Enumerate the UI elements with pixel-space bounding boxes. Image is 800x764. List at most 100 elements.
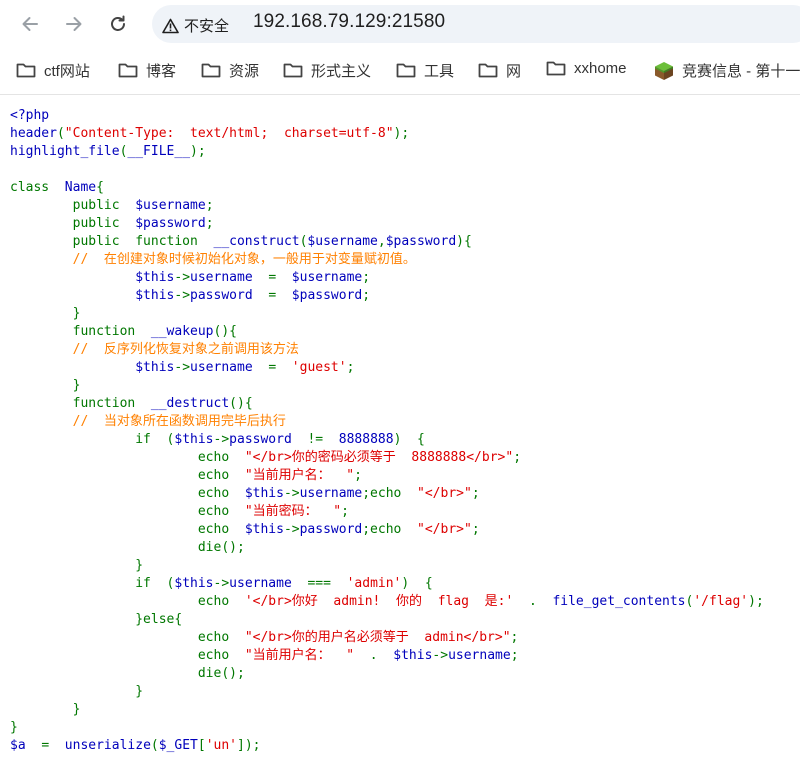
code-token: echo — [10, 630, 245, 645]
code-token: ); — [393, 126, 410, 141]
code-line: echo $this->password;echo "</br>"; — [10, 522, 480, 537]
code-token: __wakeup — [150, 324, 214, 339]
code-line: echo "</br>你的用户名必须等于 admin</br>"; — [10, 630, 519, 645]
code-token: unserialize — [64, 738, 151, 753]
bookmark-label: 网 — [506, 63, 522, 80]
code-line: }else{ — [10, 612, 182, 627]
code-token: <?php — [10, 108, 50, 123]
code-token: ( — [56, 126, 65, 141]
bookmark-label: 竞赛信息 - 第十一 — [682, 63, 800, 80]
code-token: ) { — [393, 432, 425, 447]
code-token: die — [10, 540, 222, 555]
code-token: ; — [471, 522, 480, 537]
code-token: $username — [135, 198, 206, 213]
code-token: 'admin' — [346, 576, 402, 591]
code-token: -> — [432, 648, 449, 663]
code-line: <?php — [10, 108, 49, 123]
bookmark-blog[interactable]: 博客 — [118, 60, 176, 81]
bookmarks-bar: ctf网站 博客 资源 形式主义 工具 网 xxhome 竞赛信息 - 第十一 — [0, 48, 800, 92]
code-token: $this — [135, 288, 175, 303]
code-token: username — [229, 576, 308, 591]
code-token: username — [190, 360, 269, 375]
code-line: $this->username = 'guest'; — [10, 360, 354, 375]
code-token: } — [10, 378, 81, 393]
reload-icon — [111, 15, 125, 31]
bookmark-resources[interactable]: 资源 — [201, 60, 259, 81]
bookmark-xxhome[interactable]: xxhome — [546, 60, 627, 77]
code-line: die(); — [10, 666, 245, 681]
code-token: "</br>你的密码必须等于 8888888</br>" — [244, 450, 514, 465]
url-text[interactable]: 192.168.79.129:21580 — [253, 11, 445, 33]
code-line: function __destruct(){ — [10, 396, 253, 411]
toolbar-divider — [0, 94, 800, 95]
code-token: $this — [244, 486, 284, 501]
code-token: "当前密码： " — [244, 504, 342, 519]
code-token: function — [10, 324, 151, 339]
code-token: class — [10, 180, 65, 195]
folder-icon — [201, 63, 221, 78]
code-token: if ( — [10, 432, 175, 447]
code-token: $username — [307, 234, 378, 249]
code-line: public function __construct($username,$p… — [10, 234, 472, 249]
code-token: echo — [10, 486, 245, 501]
code-line: $a = unserialize($_GET['un']); — [10, 738, 260, 753]
code-line: } — [10, 306, 81, 321]
back-button[interactable] — [18, 12, 42, 36]
code-token: } — [10, 306, 81, 321]
code-token: , — [377, 234, 386, 249]
code-token: -> — [283, 522, 300, 537]
code-line: $this->password = $password; — [10, 288, 370, 303]
code-token: "</br>你的用户名必须等于 admin</br>" — [244, 630, 511, 645]
code-line: // 反序列化恢复对象之前调用该方法 — [10, 342, 299, 357]
bookmark-tools[interactable]: 工具 — [396, 60, 454, 81]
code-token: echo — [10, 594, 245, 609]
security-indicator[interactable]: 不安全 — [162, 15, 229, 36]
code-line: $this->username = $username; — [10, 270, 370, 285]
code-token: ); — [190, 144, 206, 159]
code-token: $_GET — [158, 738, 198, 753]
code-token: header — [10, 126, 57, 141]
code-token: echo — [10, 468, 245, 483]
address-bar[interactable] — [152, 5, 800, 43]
code-token: 'un' — [205, 738, 237, 753]
code-token: password — [190, 288, 269, 303]
warning-icon — [162, 18, 179, 33]
code-line: echo '</br>你好 admin! 你的 flag 是:' . file_… — [10, 594, 764, 609]
code-token: $this — [174, 432, 214, 447]
code-token: ; — [346, 360, 355, 375]
code-line: echo $this->username;echo "</br>"; — [10, 486, 480, 501]
code-token: === — [307, 576, 347, 591]
code-token: $username — [291, 270, 363, 285]
code-token: ;echo — [362, 486, 418, 501]
code-line: } — [10, 702, 81, 717]
bookmark-competition[interactable]: 竞赛信息 - 第十一 — [654, 60, 800, 81]
code-line: } — [10, 720, 18, 735]
forward-button[interactable] — [62, 12, 86, 36]
code-token: ; — [362, 270, 371, 285]
bookmark-label: 形式主义 — [311, 63, 372, 80]
code-token: } — [10, 702, 81, 717]
folder-icon — [118, 63, 138, 78]
code-line: } — [10, 684, 143, 699]
code-token: highlight_file — [10, 144, 120, 159]
bookmark-net[interactable]: 网 — [478, 60, 521, 81]
code-token: } — [10, 684, 144, 699]
code-token: "Content-Type: text/html; charset=utf-8" — [64, 126, 394, 141]
folder-icon — [16, 63, 36, 78]
code-token: ; — [205, 216, 214, 231]
bookmark-formalism[interactable]: 形式主义 — [283, 60, 371, 81]
reload-button[interactable] — [106, 12, 130, 36]
code-token: __construct — [213, 234, 300, 249]
code-line: echo "当前密码： "; — [10, 504, 349, 519]
code-token: $password — [291, 288, 363, 303]
code-token: '/flag' — [693, 594, 749, 609]
code-token: // 在创建对象时候初始化对象，一般用于对变量赋初值。 — [10, 252, 416, 267]
code-token: "</br>" — [417, 522, 472, 537]
bookmark-ctf[interactable]: ctf网站 — [16, 60, 90, 81]
code-token: __FILE__ — [127, 144, 191, 159]
code-line: } — [10, 378, 81, 393]
code-token: echo — [10, 504, 245, 519]
code-token: __destruct — [150, 396, 230, 411]
